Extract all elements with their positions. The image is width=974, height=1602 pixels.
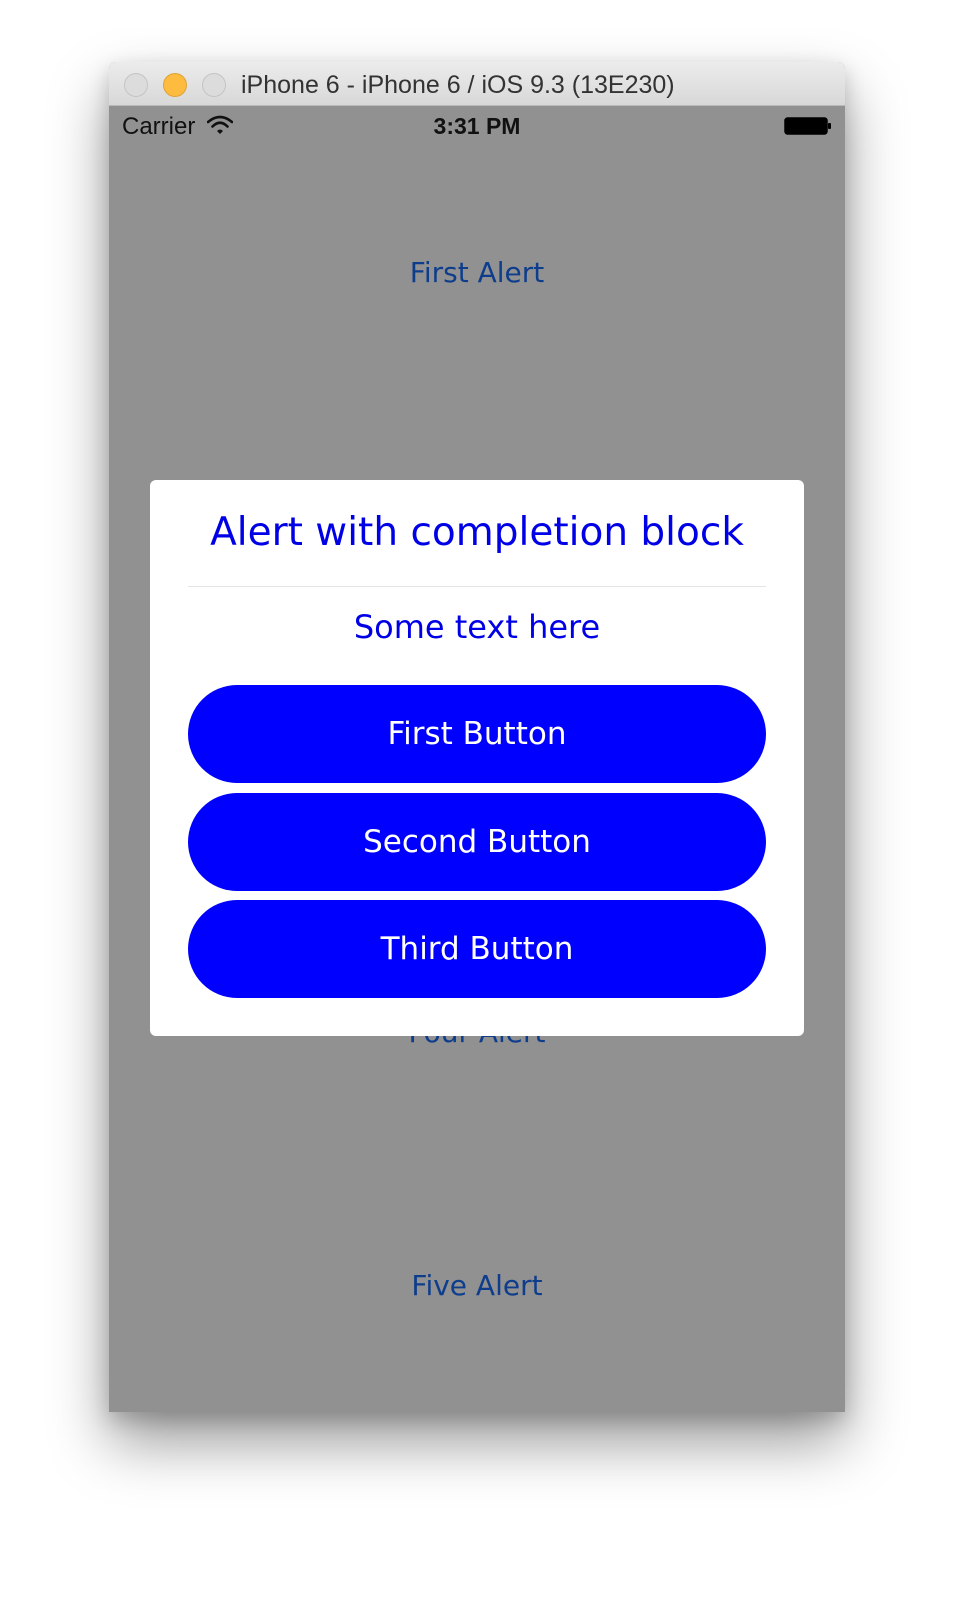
- window-titlebar[interactable]: iPhone 6 - iPhone 6 / iOS 9.3 (13E230): [109, 62, 845, 106]
- status-bar: Carrier 3:31 PM: [109, 106, 845, 146]
- first-button[interactable]: First Button: [188, 685, 766, 783]
- five-alert-button[interactable]: Five Alert: [109, 1269, 845, 1302]
- minimize-window-button[interactable]: [163, 73, 187, 97]
- status-time: 3:31 PM: [433, 113, 521, 139]
- close-window-button[interactable]: [124, 73, 148, 97]
- battery-icon: [784, 117, 831, 135]
- alert-divider: [188, 586, 766, 587]
- alert-message: Some text here: [353, 608, 601, 646]
- third-button[interactable]: Third Button: [188, 900, 766, 998]
- second-button[interactable]: Second Button: [188, 793, 766, 891]
- simulator-window: iPhone 6 - iPhone 6 / iOS 9.3 (13E230) C…: [109, 62, 845, 1412]
- alert-dialog: Alert with completion block Some text he…: [150, 480, 804, 1036]
- alert-title: Alert with completion block: [210, 510, 744, 555]
- zoom-window-button[interactable]: [202, 73, 226, 97]
- first-alert-button[interactable]: First Alert: [109, 256, 845, 289]
- device-screen: Carrier 3:31 PM First Alert Four Alert F…: [109, 106, 845, 1412]
- window-title: iPhone 6 - iPhone 6 / iOS 9.3 (13E230): [241, 71, 675, 99]
